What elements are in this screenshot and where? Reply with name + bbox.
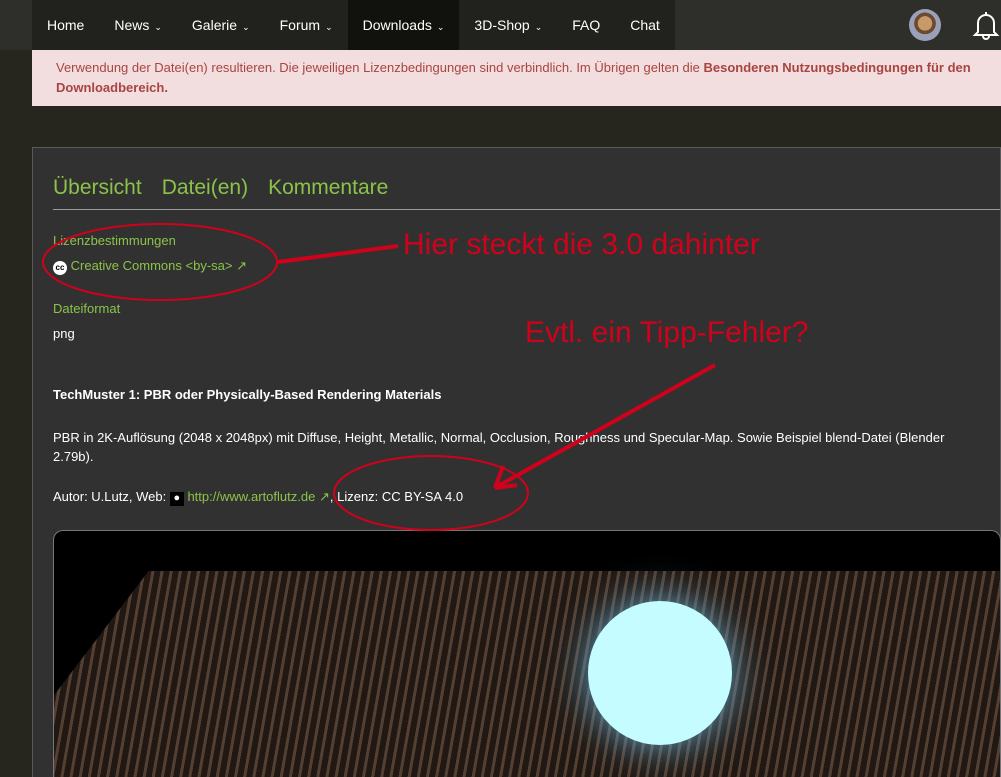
nav-item-galerie[interactable]: Galerie ⌄ (177, 0, 265, 50)
license-link[interactable]: Creative Commons <by-sa> (71, 258, 233, 273)
nav-item-label: Downloads (362, 17, 432, 33)
license-label: Lizenzbestimmungen (53, 233, 176, 248)
tab-files[interactable]: Datei(en) (162, 176, 248, 200)
chevron-down-icon: ⌄ (534, 22, 543, 32)
nav-item-home[interactable]: Home (32, 0, 99, 50)
render-sphere (588, 601, 732, 745)
cc-icon: cc (53, 261, 67, 275)
external-link-icon: ↗ (318, 489, 330, 504)
nav-item-downloads[interactable]: Downloads ⌄ (347, 0, 460, 50)
notice-text: Verwendung der Datei(en) resultieren. Di… (56, 60, 704, 75)
nav-item-label: Home (47, 17, 85, 33)
nav-item-label: Forum (279, 17, 321, 33)
annotation-text-1: Hier steckt die 3.0 dahinter (403, 228, 760, 261)
chevron-down-icon: ⌄ (242, 22, 250, 32)
license-text: , Lizenz: CC BY-SA 4.0 (329, 489, 464, 504)
nav-item-faq[interactable]: FAQ (557, 0, 615, 50)
tab-divider (53, 209, 1000, 210)
top-nav: Home News ⌄ Galerie ⌄ Forum ⌄ Downloads ⌄ 3D-Shop… (0, 0, 1001, 50)
user-icon: ● (169, 492, 184, 506)
nav-item-label: Galerie (191, 17, 238, 33)
description-title: TechMuster 1: PBR oder Physically-Based … (53, 387, 442, 402)
bell-icon[interactable] (972, 10, 1000, 40)
nav-menu: Home News ⌄ Galerie ⌄ Forum ⌄ Downloads ⌄ 3D-Shop… (32, 0, 675, 50)
license-notice: Verwendung der Datei(en) resultieren. Di… (32, 50, 1001, 106)
external-link-icon: ↗ (236, 258, 247, 273)
nav-item-label: News (114, 17, 150, 33)
chevron-down-icon: ⌄ (436, 22, 445, 32)
tab-comments[interactable]: Kommentare (268, 176, 388, 200)
nav-item-label: Chat (630, 17, 660, 33)
render-floor (54, 571, 1000, 777)
chevron-down-icon: ⌄ (154, 22, 162, 32)
format-value: png (53, 326, 75, 341)
format-label: Dateiformat (53, 301, 121, 316)
description-body: PBR in 2K-Auflösung (2048 x 2048px) mit … (53, 430, 945, 464)
nav-item-label: 3D-Shop (474, 17, 530, 33)
annotation-text-2: Evtl. ein Tipp-Fehler? (525, 316, 809, 349)
nav-item-label: FAQ (572, 17, 601, 33)
tab-overview[interactable]: Übersicht (53, 176, 142, 200)
nav-item-forum[interactable]: Forum ⌄ (265, 0, 348, 50)
nav-item-chat[interactable]: Chat (615, 0, 675, 50)
nav-item-3d-shop[interactable]: 3D-Shop ⌄ (459, 0, 557, 50)
preview-image[interactable] (53, 530, 1001, 777)
author-website-link[interactable]: http://www.artoflutz.de (187, 489, 315, 504)
author-text: Autor: U.Lutz, Web: (53, 489, 170, 504)
user-avatar[interactable] (909, 9, 941, 41)
chevron-down-icon: ⌄ (325, 22, 333, 32)
nav-item-news[interactable]: News ⌄ (99, 0, 177, 50)
